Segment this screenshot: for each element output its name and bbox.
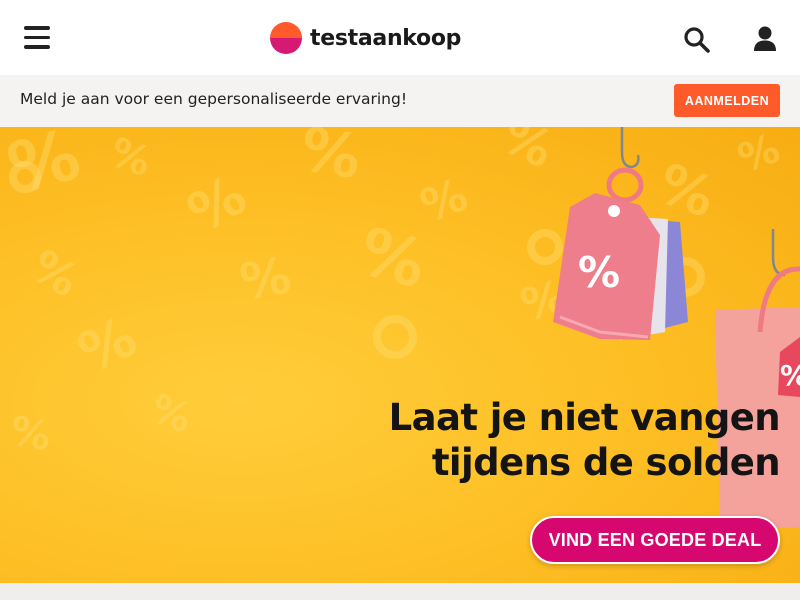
user-icon[interactable] (752, 24, 778, 54)
page-divider (0, 583, 800, 600)
hero-title-line-1: Laat je niet vangen (388, 396, 781, 439)
find-deal-button[interactable]: VIND EEN GOEDE DEAL (530, 516, 780, 564)
hero-banner[interactable]: % % % % % % % % % % % % % % % % Laat je … (0, 127, 800, 583)
logo-mark-icon (270, 22, 302, 54)
svg-text:%: % (780, 359, 800, 392)
hamburger-menu-icon[interactable] (24, 26, 50, 50)
hero-title-line-2: tijdens de solden (431, 441, 781, 484)
search-icon[interactable] (683, 26, 711, 54)
banner-text: Meld je aan voor een gepersonaliseerde e… (20, 90, 408, 108)
site-header: testaankoop (0, 0, 800, 75)
sign-up-button[interactable]: AANMELDEN (674, 84, 780, 117)
site-logo[interactable]: testaankoop (270, 20, 461, 56)
price-tags-illustration: % % (553, 127, 800, 527)
logo-text: testaankoop (310, 25, 462, 51)
svg-text:%: % (578, 248, 620, 297)
hero-title: Laat je niet vangen tijdens de solden (388, 395, 781, 485)
